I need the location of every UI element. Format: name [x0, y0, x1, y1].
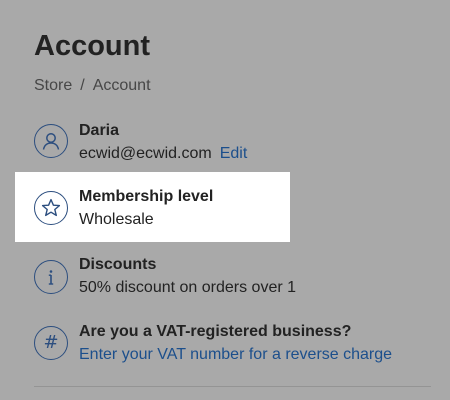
edit-profile-link[interactable]: Edit: [220, 145, 248, 162]
membership-value: Wholesale: [79, 211, 154, 228]
membership-row: Membership level Wholesale: [15, 172, 290, 242]
section-divider: [34, 386, 431, 387]
page-title: Account: [34, 30, 150, 62]
star-icon: [34, 191, 68, 225]
vat-number-link[interactable]: Enter your VAT number for a reverse char…: [79, 345, 392, 365]
breadcrumb: Store / Account: [34, 76, 151, 96]
breadcrumb-current: Account: [92, 77, 151, 94]
profile-name: Daria: [79, 122, 120, 139]
breadcrumb-store-link[interactable]: Store: [34, 77, 72, 94]
vat-title: Are you a VAT-registered business?: [79, 323, 352, 340]
hash-icon: #: [34, 326, 68, 360]
user-icon: [34, 124, 68, 158]
discounts-row: Discounts 50% discount on orders over 1: [0, 248, 450, 318]
profile-email-line: ecwid@ecwid.com Edit: [79, 144, 247, 164]
profile-email: ecwid@ecwid.com: [79, 145, 212, 162]
discounts-title: Discounts: [79, 256, 157, 273]
info-icon: [34, 260, 68, 294]
vat-row: # Are you a VAT-registered business? Ent…: [0, 316, 450, 386]
membership-title: Membership level: [79, 188, 214, 205]
account-page: Account Store / Account Daria ecwid@ecwid.…: [0, 0, 450, 400]
breadcrumb-separator: /: [80, 77, 85, 94]
discounts-value: 50% discount on orders over 1: [79, 279, 297, 296]
